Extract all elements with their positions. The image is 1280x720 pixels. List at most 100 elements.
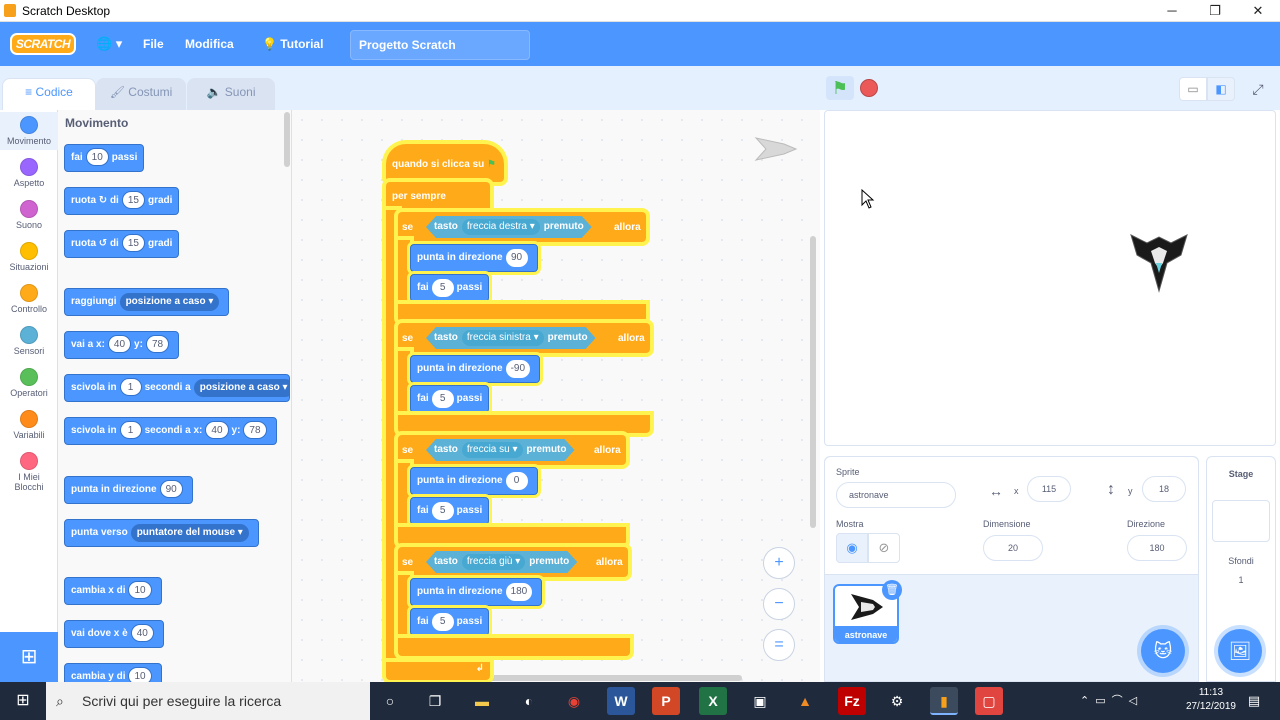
block-change-x[interactable]: cambia x di 10 [64, 577, 162, 605]
block-glide-to-target[interactable]: scivola in 1 secondi a posizione a caso ▾ [64, 374, 290, 402]
project-title-input[interactable]: Progetto Scratch [350, 30, 530, 60]
block-input[interactable]: 0 [505, 472, 528, 490]
powerpoint-icon[interactable]: P [652, 687, 680, 715]
block-input[interactable]: 5 [431, 390, 454, 408]
add-extension-button[interactable]: ⊞ [0, 632, 58, 682]
tab-code[interactable]: ≡ Codice [2, 78, 96, 112]
block-input[interactable]: 180 [505, 583, 533, 601]
stop-button[interactable] [860, 79, 878, 97]
category-control[interactable]: Controllo [0, 278, 58, 320]
green-flag-button[interactable]: ⚑ [826, 76, 854, 100]
key-pressed-block[interactable]: tasto freccia sinistra ▾ premuto [426, 327, 596, 349]
block-go-to-xy[interactable]: vai a x: 40 y: 78 [64, 331, 180, 359]
key-pressed-block[interactable]: tasto freccia giù ▾ premuto [426, 551, 577, 573]
category-looks[interactable]: Aspetto [0, 152, 58, 194]
direction-input[interactable]: 180 [1127, 535, 1187, 561]
size-input[interactable]: 20 [983, 535, 1043, 561]
security-app-icon[interactable]: ▣ [746, 687, 774, 715]
vlc-icon[interactable]: ▲ [791, 687, 819, 715]
block-dropdown[interactable]: posizione a caso ▾ [193, 379, 289, 397]
zoom-reset-button[interactable]: = [763, 629, 795, 661]
block-set-x[interactable]: vai dove x è 40 [64, 620, 164, 648]
block-point-direction[interactable]: punta in direzione 90 [64, 476, 193, 504]
if-block-left[interactable]: se tasto freccia sinistra ▾ premuto allora [398, 323, 650, 353]
forever-block[interactable]: per sempre [386, 182, 490, 212]
block-move-steps[interactable]: fai 10 passi [64, 144, 145, 172]
file-explorer-icon[interactable]: ▬ [468, 687, 496, 715]
y-position-input[interactable]: 18 [1142, 476, 1186, 502]
block-input[interactable]: 40 [107, 335, 132, 353]
block-input[interactable]: 40 [205, 421, 229, 439]
category-events[interactable]: Situazioni [0, 236, 58, 278]
block-turn-right[interactable]: ruota ↻ di 15 gradi [64, 187, 180, 215]
move-steps-block[interactable]: fai 5 passi [410, 385, 490, 413]
zoom-in-button[interactable]: + [763, 547, 795, 579]
spaceship-sprite[interactable] [1127, 229, 1191, 293]
stage-canvas[interactable] [824, 110, 1276, 446]
block-input[interactable]: 5 [431, 613, 454, 631]
task-view-icon[interactable]: ❐ [421, 687, 449, 715]
move-steps-block[interactable]: fai 5 passi [410, 274, 490, 302]
settings-gear-icon[interactable]: ⚙ [883, 687, 911, 715]
delete-sprite-button[interactable]: 🗑 [882, 580, 902, 600]
category-motion[interactable]: Movimento [0, 110, 58, 152]
system-tray-icons[interactable]: ⌃▭⌒◁ [1080, 692, 1143, 708]
tutorial-menu[interactable]: 💡 Tutorial [262, 22, 323, 66]
choose-backdrop-button[interactable]: 🖼 [1218, 629, 1262, 673]
block-glide-to-xy[interactable]: scivola in 1 secondi a x: 40 y: 78 [64, 417, 277, 445]
block-input[interactable]: 1 [119, 378, 142, 396]
workspace-vscrollbar[interactable] [810, 236, 816, 528]
palette-scrollbar[interactable] [284, 112, 290, 167]
category-sound[interactable]: Suono [0, 194, 58, 236]
key-dropdown[interactable]: freccia su ▾ [462, 442, 523, 458]
block-point-towards[interactable]: punta verso puntatore del mouse ▾ [64, 519, 259, 547]
block-input[interactable]: 15 [121, 234, 145, 252]
block-input[interactable]: 90 [159, 480, 183, 498]
key-dropdown[interactable]: freccia giù ▾ [462, 554, 525, 570]
block-dropdown[interactable]: puntatore del mouse ▾ [130, 524, 249, 542]
block-input[interactable]: 5 [431, 502, 454, 520]
key-pressed-block[interactable]: tasto freccia su ▾ premuto [426, 439, 575, 461]
show-sprite-button[interactable]: ◉ [836, 533, 868, 563]
cortana-icon[interactable]: ○ [376, 687, 404, 715]
notifications-icon[interactable]: ▤ [1240, 687, 1268, 715]
file-menu[interactable]: File [143, 22, 164, 66]
point-direction-block[interactable]: punta in direzione 180 [410, 578, 543, 606]
block-turn-left[interactable]: ruota ↺ di 15 gradi [64, 230, 180, 258]
stage-thumbnail[interactable] [1212, 500, 1270, 542]
code-workspace[interactable]: quando si clicca su ⚑ per sempre ↲ se ta… [292, 110, 820, 682]
block-input[interactable]: -90 [505, 360, 531, 378]
taskbar-search-input[interactable]: ⌕ Scrivi qui per eseguire la ricerca [46, 682, 370, 720]
if-block-down[interactable]: se tasto freccia giù ▾ premuto allora [398, 547, 628, 577]
category-sensing[interactable]: Sensori [0, 320, 58, 362]
point-direction-block[interactable]: punta in direzione 90 [410, 244, 538, 272]
large-stage-button[interactable]: ◧ [1207, 77, 1235, 101]
block-input[interactable]: 40 [130, 624, 154, 642]
if-block-right[interactable]: se tasto freccia destra ▾ premuto allora [398, 212, 646, 242]
category-my-blocks[interactable]: I Miei Blocchi [0, 446, 58, 498]
block-go-to-target[interactable]: raggiungi posizione a caso ▾ [64, 288, 230, 316]
filezilla-icon[interactable]: Fz [838, 687, 866, 715]
screen-recorder-icon[interactable]: ▢ [975, 687, 1003, 715]
block-input[interactable]: 10 [128, 667, 152, 682]
block-change-y[interactable]: cambia y di 10 [64, 663, 162, 682]
category-variables[interactable]: Variabili [0, 404, 58, 446]
block-input[interactable]: 78 [243, 421, 267, 439]
zoom-out-button[interactable]: − [763, 588, 795, 620]
key-dropdown[interactable]: freccia sinistra ▾ [462, 330, 544, 346]
category-operators[interactable]: Operatori [0, 362, 58, 404]
key-dropdown[interactable]: freccia destra ▾ [462, 219, 540, 235]
block-input[interactable]: 90 [505, 249, 528, 267]
x-position-input[interactable]: 115 [1027, 476, 1071, 502]
paint-app-icon[interactable]: ◐ [515, 687, 543, 715]
sprite-name-input[interactable]: astronave [836, 482, 956, 508]
small-stage-button[interactable]: ▭ [1179, 77, 1207, 101]
word-icon[interactable]: W [607, 687, 635, 715]
choose-sprite-button[interactable]: 🐱 [1141, 629, 1185, 673]
edit-menu[interactable]: Modifica [185, 22, 234, 66]
fullscreen-button[interactable]: ⤢ [1244, 77, 1272, 101]
hide-sprite-button[interactable]: ⊘ [868, 533, 900, 563]
tab-sounds[interactable]: 🔈 Suoni [187, 78, 275, 112]
block-dropdown[interactable]: posizione a caso ▾ [119, 293, 220, 311]
if-block-up[interactable]: se tasto freccia su ▾ premuto allora [398, 435, 626, 465]
